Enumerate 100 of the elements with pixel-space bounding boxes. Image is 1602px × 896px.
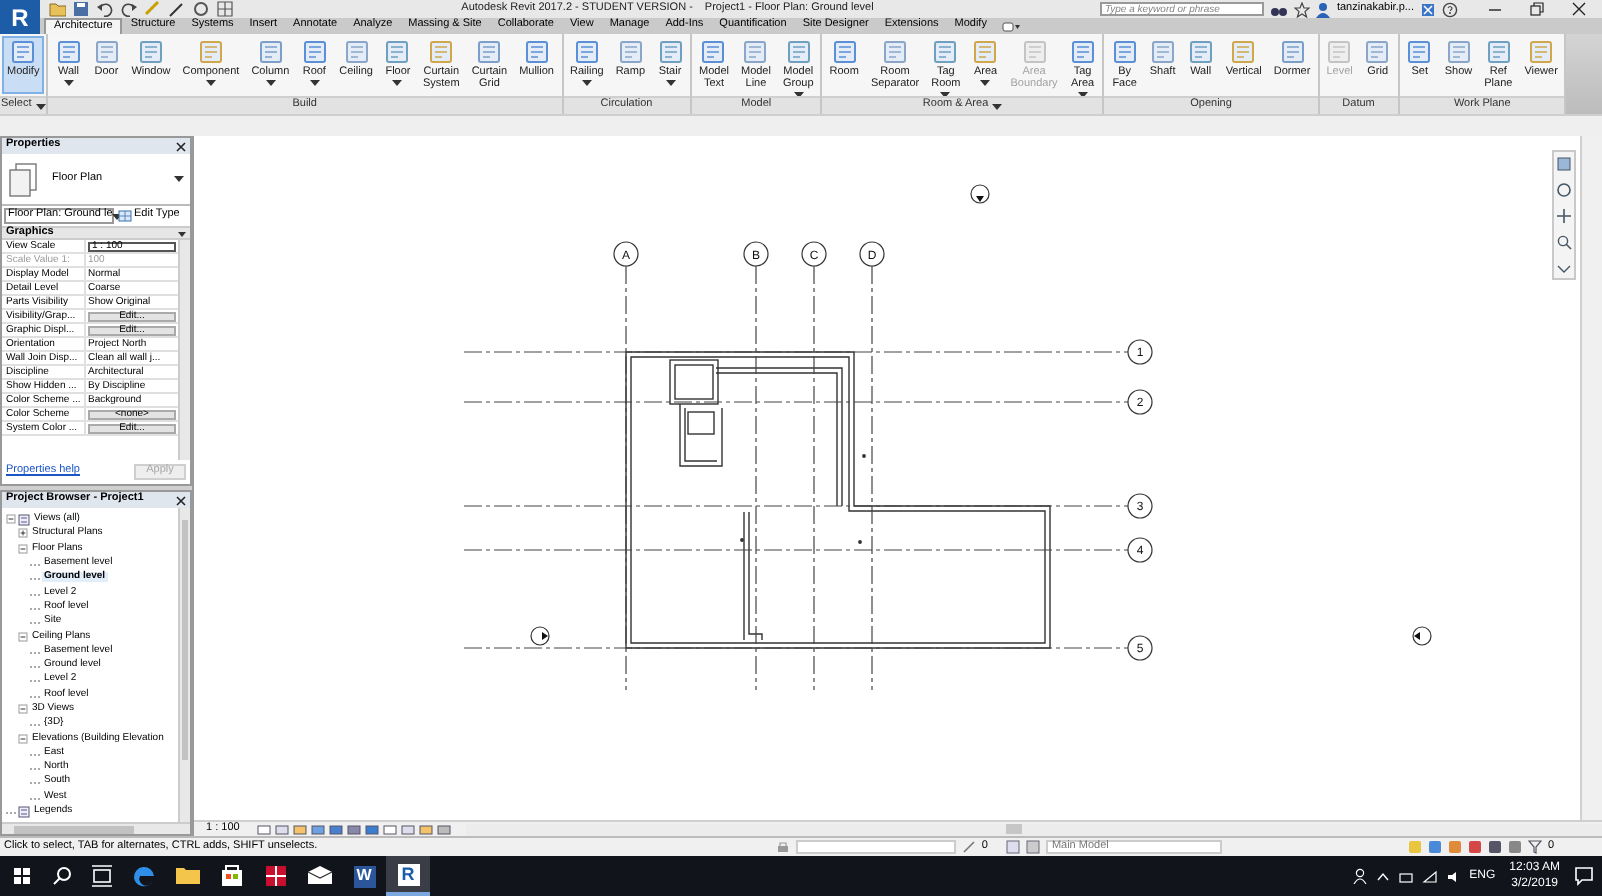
caret-icon[interactable] [992,103,1003,109]
tool-icon [257,40,284,64]
ribbon-background [1566,34,1602,114]
expander-icon[interactable] [18,733,28,744]
scrollbar[interactable] [178,240,190,460]
elevation-marker[interactable] [970,184,990,204]
tool-icon [1149,40,1176,64]
notification-icon[interactable] [1574,866,1594,886]
view-cube-icon[interactable] [1556,156,1572,172]
tool-icon [55,40,82,64]
tool-icon [1021,40,1048,64]
tool-icon [1326,40,1353,64]
tool-icon [1445,40,1472,64]
elevation-marker[interactable] [530,626,550,646]
chevron-icon[interactable] [1556,260,1572,276]
tool-icon [343,40,370,64]
edit-type-icon [118,210,132,222]
tool-icon [476,40,503,64]
caret-icon[interactable] [980,80,991,86]
caret-icon[interactable] [205,80,216,86]
grid-icon[interactable] [216,0,234,18]
tool-icon [384,40,411,64]
tool-icon [10,40,37,64]
caret-icon[interactable] [174,176,184,182]
tool-icon [617,40,644,64]
caret-icon[interactable] [581,80,592,86]
scrollbar[interactable] [178,508,190,822]
tool-icon [972,40,999,64]
tool-icon [700,40,727,64]
network-icon[interactable] [1397,869,1414,883]
grid-line[interactable] [801,241,827,691]
caret-icon[interactable] [63,80,74,86]
tool-icon [1069,40,1096,64]
grid-line[interactable] [743,241,769,691]
tool-icon [1528,40,1555,64]
close-icon[interactable] [176,141,186,151]
scrollbar[interactable] [1580,136,1602,820]
people-icon[interactable] [1351,868,1368,884]
user-icon [1316,1,1331,17]
tool-icon [1230,40,1257,64]
tool-icon [1279,40,1306,64]
tool-icon [523,40,550,64]
tool-icon [428,40,455,64]
speaker-icon[interactable] [1445,869,1462,883]
tool-icon [1406,40,1433,64]
expander-icon[interactable] [18,528,28,539]
filter-icon[interactable] [1527,840,1542,854]
taskbar-app-button[interactable]: R [386,856,430,896]
tool-icon [785,40,812,64]
tool-icon [831,40,858,64]
grid-line[interactable] [463,635,1153,661]
caret-icon[interactable] [392,80,403,86]
grid-line[interactable] [463,537,1153,563]
grid-line[interactable] [463,493,1153,519]
expander-icon[interactable] [18,543,28,554]
redo-icon[interactable] [120,0,138,18]
expander-icon[interactable] [18,704,28,714]
expander-icon[interactable] [6,514,16,525]
chevron-up-icon[interactable] [1375,870,1390,882]
tool-icon [93,40,120,64]
elevation-marker[interactable] [1412,626,1432,646]
tool-icon [1485,40,1512,64]
scrollbar[interactable] [465,823,1602,835]
pencil-icon[interactable] [168,0,186,18]
tool-icon [573,40,600,64]
help-icon[interactable] [1442,1,1458,17]
tool-icon [657,40,683,64]
taskbar-app-button[interactable]: W [342,856,386,896]
caret-icon[interactable] [265,80,276,86]
tool-icon [1364,40,1391,64]
ribbon-toggle-icon[interactable] [1002,22,1021,32]
grid-line[interactable] [463,339,1153,365]
save-icon[interactable] [72,0,90,18]
caret-icon[interactable] [665,80,675,86]
pan-icon[interactable] [1556,208,1572,224]
tool-icon [197,40,224,64]
floor-plan-icon [8,161,40,197]
caret-icon[interactable] [309,80,320,86]
restore-icon[interactable] [1530,2,1544,16]
grid-line[interactable] [859,241,885,691]
tool-icon [137,40,164,64]
tool-icon [1111,40,1138,64]
views-icon [18,805,30,818]
grid-line[interactable] [613,241,639,691]
zoom-icon[interactable] [1556,234,1572,250]
tool-icon [882,40,909,64]
undo-icon[interactable] [96,0,114,18]
star-icon[interactable] [1294,1,1311,17]
views-icon [18,513,30,526]
close-icon[interactable] [176,495,186,505]
navigation-bar[interactable] [1552,150,1576,280]
grid-line[interactable] [463,389,1153,415]
scrollbar[interactable] [2,822,190,834]
app-menu-button[interactable]: R [0,0,40,34]
expander-icon[interactable] [18,631,28,642]
close-icon[interactable] [1572,2,1586,16]
caret-icon[interactable] [35,103,46,109]
tool-icon [932,40,959,64]
tool-icon [301,40,328,64]
tool-icon [1187,40,1214,64]
